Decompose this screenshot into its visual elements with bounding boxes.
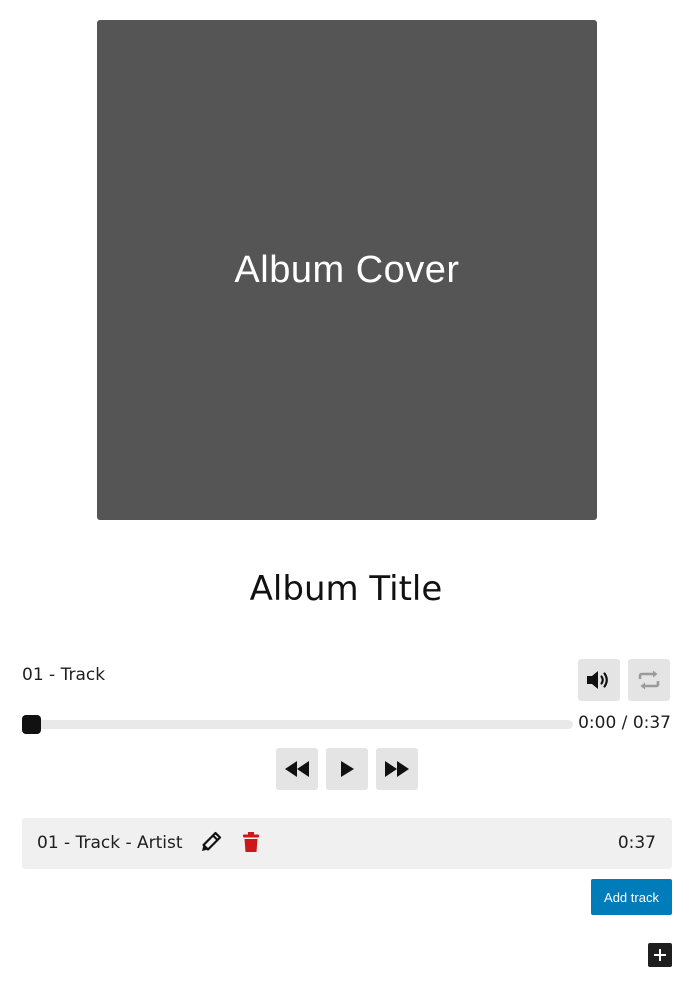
track-list-item[interactable]: 01 - Track - Artist 0:37 [22,818,672,869]
current-time: 0:00 [578,713,617,733]
seek-bar[interactable] [26,720,573,729]
rewind-icon [285,761,309,777]
delete-track-button[interactable] [238,829,264,855]
previous-button[interactable] [276,748,318,790]
seek-handle[interactable] [22,715,41,734]
trash-icon [243,832,259,852]
next-button[interactable] [376,748,418,790]
album-cover-placeholder: Album Cover [234,248,460,291]
album-cover: Album Cover [97,20,597,520]
add-block-button[interactable] [648,943,672,967]
play-icon [341,761,354,777]
track-duration: 0:37 [617,833,656,853]
volume-button[interactable] [578,659,620,701]
total-time: 0:37 [632,713,671,733]
fast-forward-icon [385,761,409,777]
volume-icon [587,671,608,689]
add-track-button[interactable]: Add track [591,879,672,915]
edit-track-button[interactable] [198,829,224,855]
current-track-title: 01 - Track [22,665,106,685]
album-title[interactable]: Album Title [0,567,692,611]
play-button[interactable] [326,748,368,790]
time-display: 0:00 / 0:37 [578,711,671,735]
plus-icon [654,949,666,961]
track-label: 01 - Track - Artist [37,833,183,853]
audio-player-block: Album Cover Album Title 01 - Track 0:00 … [0,0,692,987]
pencil-icon [202,831,222,851]
repeat-icon [638,670,660,690]
repeat-button[interactable] [628,659,670,701]
time-separator: / [621,713,628,733]
